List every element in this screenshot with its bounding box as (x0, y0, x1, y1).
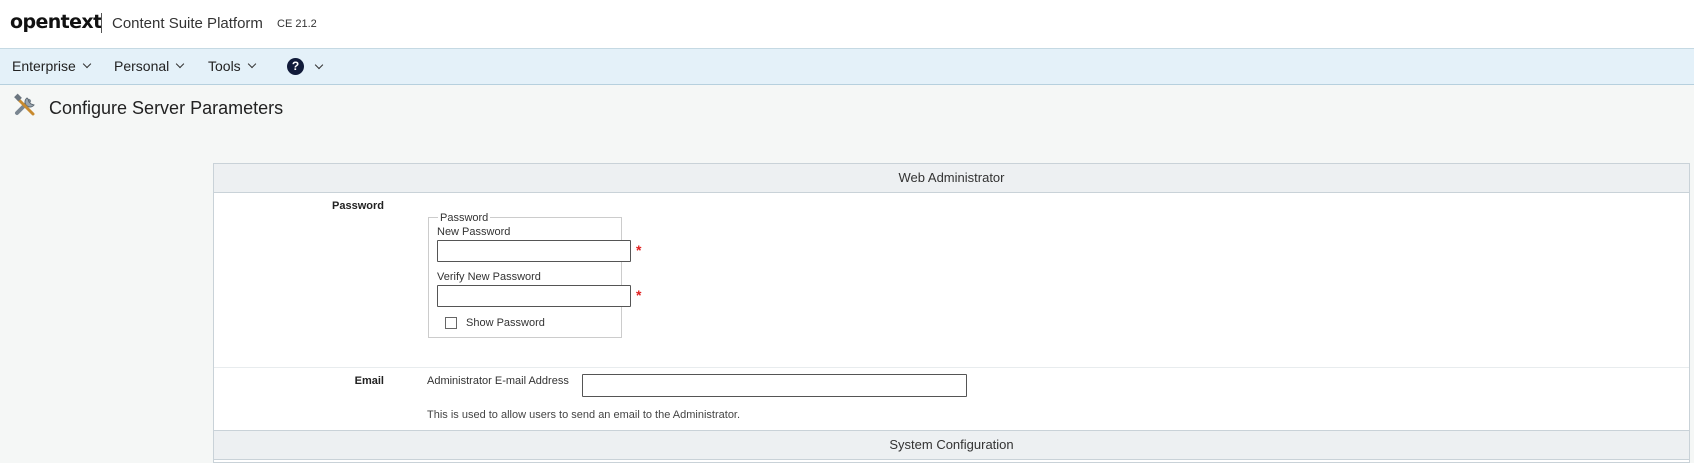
password-fieldset-legend: Password (438, 212, 491, 224)
chevron-down-icon (176, 59, 185, 69)
password-row-label: Password (332, 200, 384, 212)
admin-email-label: Administrator E-mail Address (427, 375, 569, 387)
nav-enterprise-menu[interactable]: Enterprise (12, 58, 92, 74)
admin-email-input[interactable] (582, 374, 967, 397)
section-header-web-administrator: Web Administrator (214, 164, 1689, 193)
nav-personal-menu[interactable]: Personal (114, 58, 185, 74)
admin-email-help-text: This is used to allow users to send an e… (427, 409, 741, 421)
nav-help-menu[interactable]: ? (287, 58, 324, 75)
chevron-down-icon (247, 59, 256, 69)
new-password-required-marker: * (636, 242, 642, 258)
help-icon: ? (287, 58, 304, 75)
verify-password-required-marker: * (636, 287, 642, 303)
nav-tools-menu[interactable]: Tools (208, 58, 256, 74)
page-title: Configure Server Parameters (49, 98, 284, 118)
top-header: opentext Content Suite Platform CE 21.2 (0, 0, 1694, 49)
main-nav: Enterprise Personal Tools ? (0, 49, 1694, 85)
password-fieldset: Password New Password * Verify New Passw… (428, 212, 641, 338)
verify-password-label: Verify New Password (437, 271, 541, 283)
tools-icon (14, 93, 35, 116)
row-divider (214, 367, 1689, 368)
verify-password-input[interactable] (437, 285, 631, 307)
nav-tools-label: Tools (208, 58, 241, 74)
nav-personal-label: Personal (114, 58, 170, 74)
product-version: CE 21.2 (277, 18, 317, 30)
show-password-checkbox[interactable] (445, 317, 457, 329)
chevron-down-icon (82, 59, 92, 69)
nav-enterprise-label: Enterprise (12, 58, 76, 74)
show-password-label[interactable]: Show Password (466, 317, 545, 329)
product-name: Content Suite Platform (112, 15, 263, 32)
settings-panel: Web Administrator Password Password New … (213, 163, 1690, 463)
chevron-down-icon (314, 60, 324, 69)
opentext-logo[interactable]: opentext (10, 11, 102, 33)
new-password-input[interactable] (437, 240, 631, 262)
email-row-label: Email (354, 375, 384, 387)
new-password-label: New Password (437, 226, 511, 238)
section-header-system-configuration: System Configuration (214, 430, 1689, 460)
header-divider (101, 13, 102, 33)
